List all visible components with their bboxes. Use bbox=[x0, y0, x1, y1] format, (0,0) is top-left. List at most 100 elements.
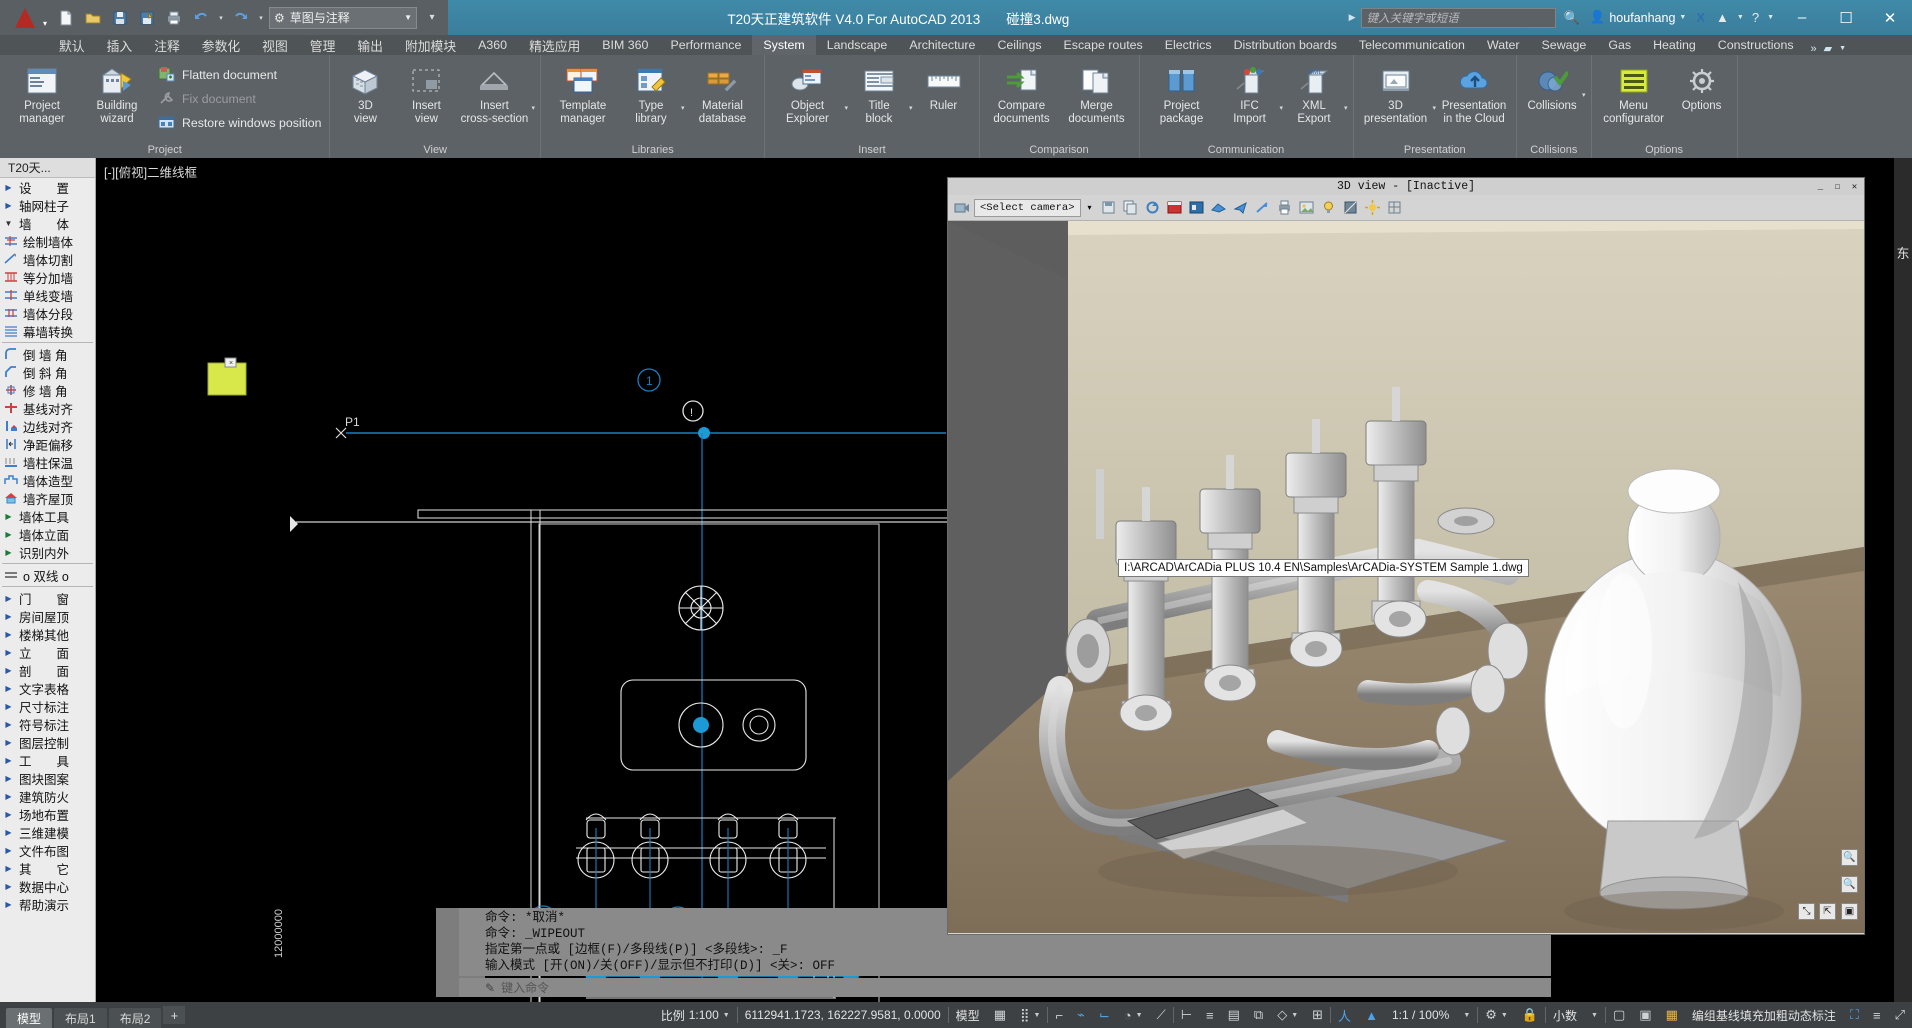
title-block[interactable]: Title block bbox=[849, 60, 909, 126]
polar-tracking-icon[interactable]: ⌁ bbox=[1070, 1002, 1092, 1028]
ribbon-tab-electrics[interactable]: Electrics bbox=[1154, 35, 1223, 55]
sidebar-item-35[interactable]: ▶ 三维建模 bbox=[0, 823, 95, 841]
sidebar-item-7[interactable]: 墙体分段 bbox=[0, 304, 95, 322]
title-block-dropdown-icon[interactable]: ▾ bbox=[909, 104, 913, 112]
ribbon-tab-附加模块[interactable]: 附加模块 bbox=[394, 35, 467, 55]
isolate-objects-icon[interactable]: ▢ bbox=[1606, 1002, 1632, 1028]
hardware-accel-icon[interactable]: ▣ bbox=[1632, 1002, 1658, 1028]
3d-view-window[interactable]: 3D view - [Inactive] _ ☐ ✕ <Select camer… bbox=[947, 177, 1865, 935]
ribbon-tab-landscape[interactable]: Landscape bbox=[816, 35, 899, 55]
chevron-down-icon[interactable]: ▼ bbox=[723, 1012, 730, 1019]
3d-close-button[interactable]: ✕ bbox=[1848, 180, 1861, 193]
sidebar-item-11[interactable]: 修 墙 角 bbox=[0, 381, 95, 399]
menu-configurator[interactable]: Menu configurator bbox=[1597, 60, 1671, 126]
chevron-down-icon[interactable]: ▼ bbox=[1839, 45, 1846, 52]
sidebar-item-6[interactable]: 单线变墙 bbox=[0, 286, 95, 304]
render-icon[interactable] bbox=[1165, 198, 1184, 217]
ribbon-tab-注释[interactable]: 注释 bbox=[143, 35, 191, 55]
object-explorer[interactable]: Object Explorer bbox=[770, 60, 844, 126]
color-mode-icon[interactable] bbox=[1187, 198, 1206, 217]
redo-icon[interactable] bbox=[229, 6, 253, 30]
ribbon-tab-视图[interactable]: 视图 bbox=[251, 35, 299, 55]
restore-windows-position[interactable]: Restore windows position bbox=[155, 112, 324, 133]
3d-osnap-icon[interactable]: ◇ ▼ bbox=[1270, 1002, 1305, 1028]
dynamic-input-icon[interactable]: ⊢ bbox=[1174, 1002, 1199, 1028]
scale-control[interactable]: 比例 1:100 ▼ bbox=[654, 1002, 737, 1028]
sidebar-item-19[interactable]: ▶ 墙体立面 bbox=[0, 525, 95, 543]
annotation-scale-caret[interactable]: ▼ bbox=[1456, 1002, 1477, 1028]
sidebar-item-29[interactable]: ▶ 符号标注 bbox=[0, 715, 95, 733]
layout-tab-1[interactable]: 布局1 bbox=[54, 1008, 107, 1028]
ribbon-tab-escape-routes[interactable]: Escape routes bbox=[1053, 35, 1154, 55]
chevron-down-icon[interactable]: ▼ bbox=[1136, 1012, 1143, 1019]
presentation-in-the-cloud[interactable]: Presentation in the Cloud bbox=[1437, 60, 1511, 126]
sidebar-item-38[interactable]: ▶ 数据中心 bbox=[0, 877, 95, 895]
ribbon-tab-bim-360[interactable]: BIM 360 bbox=[591, 35, 659, 55]
insert-cross-section[interactable]: Insert cross-section bbox=[457, 60, 531, 126]
collisions[interactable]: Collisions bbox=[1522, 60, 1582, 113]
xml-export[interactable]: XML XML Export bbox=[1284, 60, 1344, 126]
undo-dropdown-icon[interactable]: ▾ bbox=[216, 6, 226, 30]
coordinates-display[interactable]: 6112941.1723, 162227.9581, 0.0000 bbox=[738, 1002, 948, 1028]
grid-mode-icon[interactable]: ▦ bbox=[987, 1002, 1013, 1028]
copy-view-icon[interactable] bbox=[1121, 198, 1140, 217]
command-input[interactable]: ✎ 键入命令 bbox=[459, 978, 1551, 997]
undo-icon[interactable] bbox=[189, 6, 213, 30]
open-document-icon[interactable] bbox=[81, 6, 105, 30]
help-icon[interactable]: ? bbox=[1749, 10, 1762, 25]
type-library-dropdown-icon[interactable]: ▾ bbox=[681, 104, 685, 112]
compare-documents[interactable]: Compare documents bbox=[985, 60, 1059, 126]
sidebar-item-13[interactable]: 边线对齐 bbox=[0, 417, 95, 435]
search-input[interactable]: 键入关键字或短语 bbox=[1360, 7, 1556, 28]
sidebar-item-36[interactable]: ▶ 文件布图 bbox=[0, 841, 95, 859]
fly-icon[interactable] bbox=[1231, 198, 1250, 217]
tianzheng-status-label[interactable]: 编组基线填充加粗动态标注 bbox=[1685, 1002, 1843, 1028]
annotation-scale-display[interactable]: 1:1 / 100% bbox=[1385, 1002, 1456, 1028]
save-document-icon[interactable] bbox=[108, 6, 132, 30]
sidebar-item-10[interactable]: 倒 斜 角 bbox=[0, 363, 95, 381]
sidebar-item-12[interactable]: 基线对齐 bbox=[0, 399, 95, 417]
sidebar-item-32[interactable]: ▶ 图块图案 bbox=[0, 769, 95, 787]
sidebar-item-0[interactable]: ▶ 设 置 bbox=[0, 178, 95, 196]
chevron-down-icon[interactable]: ▼ bbox=[1291, 1012, 1298, 1019]
save-as-icon[interactable] bbox=[135, 6, 159, 30]
sidebar-item-1[interactable]: ▶ 轴网柱子 bbox=[0, 196, 95, 214]
fix-document[interactable]: Fix document bbox=[155, 88, 324, 109]
application-menu-button[interactable]: ▾ bbox=[0, 0, 50, 35]
layout-tab-0[interactable]: 模型 bbox=[6, 1008, 53, 1028]
flatten-document[interactable]: Flatten document bbox=[155, 64, 324, 85]
grid-icon[interactable] bbox=[1385, 198, 1404, 217]
double-chevron-right-icon[interactable]: » bbox=[1811, 43, 1817, 55]
decimal-mode-label[interactable]: 小数 bbox=[1546, 1002, 1584, 1028]
type-library[interactable]: Type library bbox=[621, 60, 681, 126]
minimize-button[interactable]: – bbox=[1780, 0, 1824, 35]
binoculars-icon[interactable]: 🔍 bbox=[1561, 10, 1583, 26]
space-mode-label[interactable]: 模型 bbox=[949, 1002, 987, 1028]
3d-viewport[interactable]: I:\ARCAD\ArCADia PLUS 10.4 EN\Samples\Ar… bbox=[948, 221, 1864, 933]
annotation-visibility-icon[interactable]: 人 bbox=[1331, 1002, 1358, 1028]
osnap-track-icon[interactable]: ◔ ▼ bbox=[1117, 1002, 1150, 1028]
ribbon-tab-gas[interactable]: Gas bbox=[1597, 35, 1642, 55]
ribbon-tab-a360[interactable]: A360 bbox=[467, 35, 518, 55]
selection-cycling-icon[interactable]: ⧉ bbox=[1247, 1002, 1270, 1028]
sidebar-item-23[interactable]: ▶ 房间屋顶 bbox=[0, 607, 95, 625]
workspace-switch-icon[interactable]: ⚙ ▼ bbox=[1478, 1002, 1515, 1028]
maximize-button[interactable]: ☐ bbox=[1824, 0, 1868, 35]
camera-selector[interactable]: <Select camera> bbox=[974, 198, 1081, 217]
sidebar-item-20[interactable]: ▶ 识别内外 bbox=[0, 543, 95, 561]
sidebar-item-3[interactable]: 绘制墙体 bbox=[0, 232, 95, 250]
chevron-down-icon[interactable]: ▼ bbox=[404, 13, 412, 22]
layout-tab-2[interactable]: 布局2 bbox=[108, 1008, 162, 1028]
status-menu-icon[interactable]: ≡ bbox=[1866, 1002, 1888, 1028]
transparency-icon[interactable]: ▤ bbox=[1221, 1002, 1247, 1028]
close-button[interactable]: ✕ bbox=[1868, 0, 1912, 35]
ribbon-tab-默认[interactable]: 默认 bbox=[48, 35, 96, 55]
sidebar-item-21[interactable]: o 双线 o bbox=[0, 566, 95, 584]
sidebar-item-24[interactable]: ▶ 楼梯其他 bbox=[0, 625, 95, 643]
sidebar-item-8[interactable]: 幕墙转换 bbox=[0, 322, 95, 340]
chevron-right-icon[interactable]: ▶ bbox=[1349, 12, 1356, 23]
3d-presentation-dropdown-icon[interactable]: ▾ bbox=[1433, 104, 1437, 112]
chevron-down-icon[interactable]: ▼ bbox=[1767, 14, 1774, 21]
insert-cross-section-dropdown-icon[interactable]: ▾ bbox=[531, 104, 535, 112]
chevron-down-icon[interactable]: ▾ bbox=[43, 19, 47, 28]
